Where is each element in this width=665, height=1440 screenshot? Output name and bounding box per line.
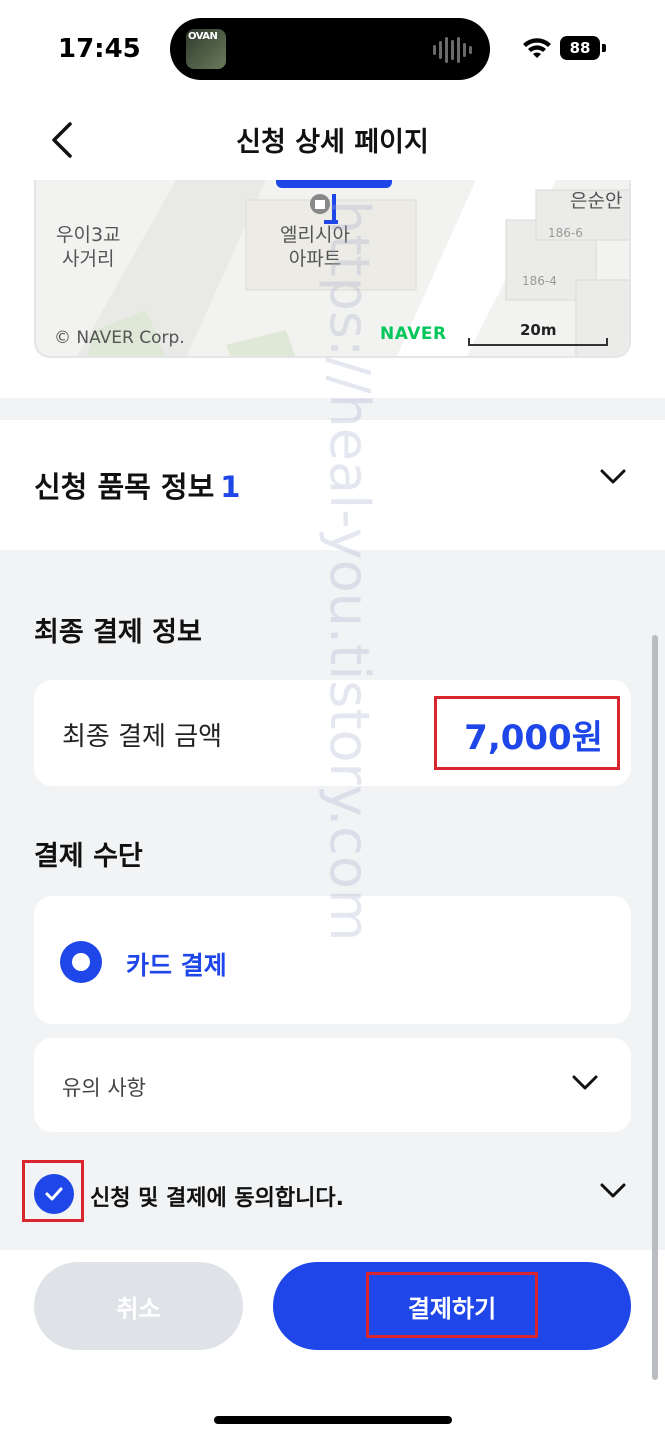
map-label-apartment: 엘리시아 아파트 (280, 224, 350, 270)
map-copyright: © NAVER Corp. (54, 328, 185, 348)
naver-logo: NAVER (380, 324, 447, 344)
map-label-intersection: 우이3교 사거리 (56, 224, 121, 270)
status-time: 17:45 (58, 34, 141, 64)
chevron-down-icon[interactable] (599, 1182, 627, 1200)
section-divider (0, 398, 665, 420)
items-count: 1 (220, 470, 241, 504)
map-label-lot: 186-6 (548, 226, 583, 240)
items-section-label: 신청 품목 정보 (34, 470, 215, 504)
waveform-icon (433, 37, 472, 63)
payment-area: 최종 결제 정보 최종 결제 금액 7,000원 결제 수단 카드 결제 유의 … (0, 550, 665, 1250)
battery-level: 88 (560, 36, 600, 60)
notice-label: 유의 사항 (62, 1076, 146, 1100)
scrollbar[interactable] (652, 635, 658, 1380)
media-thumbnail: OVAN (186, 29, 226, 69)
radio-selected-icon[interactable] (60, 941, 102, 983)
payment-method-heading: 결제 수단 (34, 841, 143, 872)
home-indicator (214, 1416, 452, 1424)
map-scale-bar (468, 338, 608, 346)
amount-label: 최종 결제 금액 (62, 722, 223, 752)
media-thumbnail-label: OVAN (188, 31, 218, 42)
map-view[interactable]: 우이3교 사거리 엘리시아 아파트 은순안 186-6 186-4 © NAVER … (34, 180, 631, 358)
cancel-button[interactable]: 취소 (34, 1262, 243, 1350)
map-label-place: 은순안 (570, 190, 623, 212)
map-scale-label: 20m (520, 321, 557, 339)
agreement-text: 신청 및 결제에 동의합니다. (90, 1186, 344, 1211)
page-title: 신청 상세 페이지 (236, 127, 429, 158)
pay-highlight-box (366, 1272, 538, 1338)
payment-method-card[interactable]: 카드 결제 (34, 896, 631, 1024)
chevron-down-icon[interactable] (571, 1074, 599, 1092)
payment-method-label: 카드 결제 (126, 951, 227, 980)
agreement-row[interactable]: 신청 및 결제에 동의합니다. (34, 1172, 631, 1216)
checkbox-highlight-box (22, 1160, 84, 1222)
wifi-icon (523, 38, 551, 58)
status-bar: 17:45 OVAN 88 (0, 0, 665, 100)
amount-highlight-box (434, 696, 620, 770)
battery-icon: 88 (560, 36, 606, 60)
items-section[interactable]: 신청 품목 정보 1 (0, 420, 665, 550)
items-section-title: 신청 품목 정보 1 (34, 464, 240, 506)
dynamic-island[interactable]: OVAN (170, 18, 490, 80)
map-label-lot: 186-4 (522, 274, 557, 288)
chevron-down-icon[interactable] (599, 468, 627, 486)
header: 신청 상세 페이지 (0, 100, 665, 180)
bottom-action-bar: 취소 결제하기 (0, 1250, 665, 1440)
notice-card[interactable]: 유의 사항 (34, 1038, 631, 1132)
map-location-marker (276, 180, 392, 188)
payment-info-heading: 최종 결제 정보 (34, 617, 202, 648)
